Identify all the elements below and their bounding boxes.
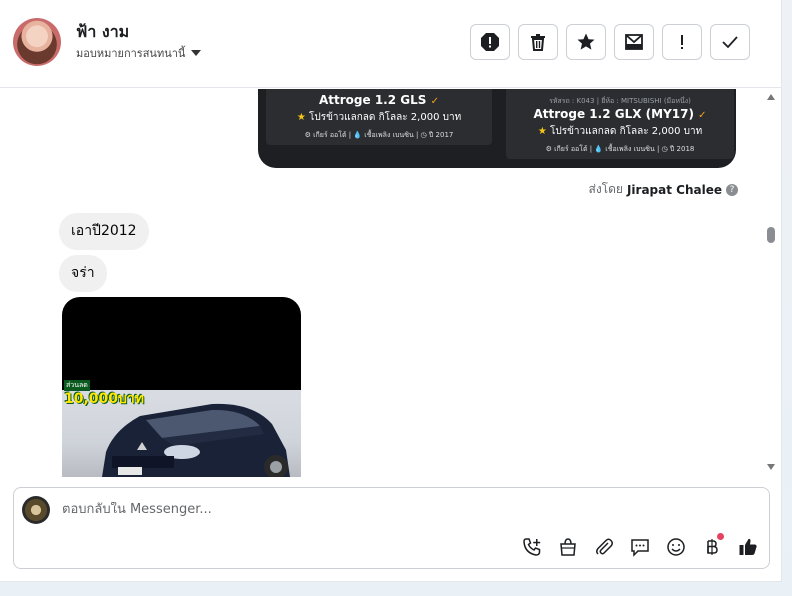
trash-icon bbox=[531, 34, 545, 51]
notification-dot bbox=[717, 533, 724, 540]
emoji-icon bbox=[667, 538, 685, 556]
scroll-down-icon[interactable] bbox=[767, 464, 775, 470]
mark-unread-button[interactable] bbox=[614, 24, 654, 60]
emoji-button[interactable] bbox=[665, 536, 687, 558]
chevron-down-icon bbox=[191, 50, 202, 56]
bag-icon bbox=[560, 538, 576, 556]
scrollbar[interactable] bbox=[765, 89, 777, 477]
product-carousel[interactable]: Attroge 1.2 GLS ✓ ★ โปรข้าวแลกลด กิโลละ … bbox=[258, 89, 736, 168]
page-avatar bbox=[22, 496, 50, 524]
product-price: ★ โปรข้าวแลกลด กิโลละ 2,000 บาท bbox=[537, 126, 703, 137]
verified-icon: ✓ bbox=[698, 110, 707, 121]
sent-by-label: ส่งโดย Jirapat Chalee ? bbox=[589, 180, 738, 199]
car-photo: ส่วนลด 10,000บาท bbox=[62, 380, 301, 477]
delete-button[interactable] bbox=[518, 24, 558, 60]
payment-button[interactable] bbox=[701, 533, 724, 558]
product-card[interactable]: รหัสรถ : K043 | ยี่ห้อ : MITSUBISHI (มือ… bbox=[506, 89, 734, 159]
reply-input[interactable] bbox=[62, 502, 662, 517]
scroll-thumb[interactable] bbox=[767, 227, 775, 243]
saved-replies-button[interactable] bbox=[629, 536, 651, 558]
done-icon bbox=[722, 36, 738, 49]
attach-icon bbox=[596, 538, 613, 555]
message-photo[interactable]: ส่วนลด 10,000บาท bbox=[62, 297, 301, 477]
product-card[interactable]: Attroge 1.2 GLS ✓ ★ โปรข้าวแลกลด กิโลละ … bbox=[266, 89, 492, 145]
product-specs: ⚙ เกียร์ ออโต้ | 💧 เชื้อเพลิง เบนซิน | ◷… bbox=[545, 145, 695, 153]
verified-icon: ✓ bbox=[430, 96, 439, 107]
follow-up-button[interactable] bbox=[662, 24, 702, 60]
baht-icon bbox=[707, 539, 718, 555]
conversation-header: ฟ้า งาม มอบหมายการสนทนานี้ bbox=[0, 0, 782, 88]
assign-conversation[interactable]: มอบหมายการสนทนานี้ bbox=[76, 44, 202, 62]
star-icon: ★ bbox=[537, 126, 547, 137]
mark-done-button[interactable] bbox=[710, 24, 750, 60]
scroll-up-icon[interactable] bbox=[767, 94, 775, 100]
mark-unread-icon bbox=[625, 34, 643, 50]
product-title: Attroge 1.2 GLS ✓ bbox=[319, 93, 439, 107]
call-button[interactable] bbox=[521, 536, 543, 558]
help-icon[interactable]: ? bbox=[726, 183, 738, 196]
attach-button[interactable] bbox=[593, 536, 615, 558]
sender-name: Jirapat Chalee bbox=[626, 182, 722, 197]
star-button[interactable] bbox=[566, 24, 606, 60]
product-specs: ⚙ เกียร์ ออโต้ | 💧 เชื้อเพลิง เบนซิน | ◷… bbox=[304, 131, 454, 139]
star-icon bbox=[577, 33, 595, 50]
conversation-panel: ฟ้า งาม มอบหมายการสนทนานี้ Attroge 1.2 G… bbox=[0, 0, 782, 582]
product-title: Attroge 1.2 GLX (MY17) ✓ bbox=[533, 107, 707, 121]
like-icon bbox=[739, 538, 757, 555]
message-bubble[interactable]: เอาปี2012 bbox=[59, 213, 149, 250]
contact-name[interactable]: ฟ้า งาม bbox=[76, 20, 129, 45]
reply-composer bbox=[13, 487, 770, 569]
message-list[interactable]: Attroge 1.2 GLS ✓ ★ โปรข้าวแลกลด กิโลละ … bbox=[0, 89, 782, 477]
product-price: ★ โปรข้าวแลกลด กิโลละ 2,000 บาท bbox=[296, 112, 462, 123]
shop-button[interactable] bbox=[557, 536, 579, 558]
contact-avatar[interactable] bbox=[13, 18, 61, 66]
header-toolbar bbox=[470, 24, 750, 60]
message-bubble[interactable]: จร่า bbox=[59, 255, 107, 292]
saved-replies-icon bbox=[631, 539, 649, 557]
like-button[interactable] bbox=[737, 536, 759, 558]
call-icon bbox=[523, 538, 541, 556]
composer-toolbar bbox=[521, 533, 759, 558]
spam-icon bbox=[481, 33, 499, 51]
assign-label: มอบหมายการสนทนานี้ bbox=[76, 47, 186, 60]
follow-up-icon bbox=[681, 35, 683, 49]
mark-spam-button[interactable] bbox=[470, 24, 510, 60]
star-icon: ★ bbox=[296, 112, 306, 123]
car-image bbox=[102, 403, 290, 477]
product-code: รหัสรถ : K043 | ยี่ห้อ : MITSUBISHI (มือ… bbox=[549, 97, 691, 105]
